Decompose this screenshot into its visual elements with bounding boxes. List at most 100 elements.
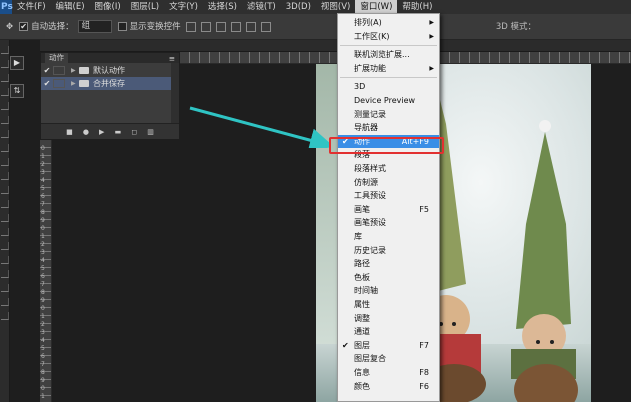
window-menu-item[interactable]: 扩展功能 ▶ — [338, 62, 439, 75]
window-menu-item[interactable]: 历史记录 — [338, 244, 439, 257]
toggle-check-icon[interactable]: ✔ — [41, 66, 53, 75]
menu-filter[interactable]: 滤镜(T) — [242, 0, 281, 14]
annotation-highlight-box — [329, 137, 444, 154]
quick-select-tool-icon[interactable] — [1, 88, 9, 96]
eyedropper-tool-icon[interactable] — [1, 116, 9, 124]
window-menu-item-label: 色板 — [354, 272, 370, 282]
window-menu-item[interactable]: 通道 — [338, 325, 439, 338]
window-menu-item[interactable]: Device Preview — [338, 94, 439, 107]
history-brush-tool-icon[interactable] — [1, 172, 9, 180]
stamp-tool-icon[interactable] — [1, 158, 9, 166]
healing-tool-icon[interactable] — [1, 130, 9, 138]
show-transform-checkbox[interactable]: 显示变换控件 — [117, 20, 181, 34]
path-select-tool-icon[interactable] — [1, 270, 9, 278]
eraser-tool-icon[interactable] — [1, 186, 9, 194]
crop-tool-icon[interactable] — [1, 102, 9, 110]
ruler-number: 1 — [41, 153, 45, 160]
window-menu-item[interactable]: 工具预设 — [338, 189, 439, 202]
panel-menu-icon[interactable]: ≡ — [169, 54, 175, 63]
menu-help[interactable]: 帮助(H) — [397, 0, 437, 14]
play-panel-icon[interactable]: ▶ — [10, 56, 24, 70]
align-left-icon[interactable] — [230, 21, 241, 32]
expand-triangle-icon[interactable]: ▶ — [71, 67, 79, 74]
window-menu-item[interactable]: 颜色 F6 — [338, 380, 439, 393]
new-set-icon[interactable]: ▬ — [115, 128, 122, 136]
menu-3d[interactable]: 3D(D) — [281, 0, 316, 14]
align-bottom-icon[interactable] — [215, 21, 226, 32]
window-menu-item[interactable]: 联机浏览扩展... — [338, 48, 439, 61]
move-tool-icon[interactable]: ✥ — [6, 20, 13, 34]
zoom-tool-icon[interactable] — [1, 312, 9, 320]
menu-separator — [340, 77, 437, 79]
menu-edit[interactable]: 编辑(E) — [51, 0, 90, 14]
window-menu-item[interactable]: 库 — [338, 230, 439, 243]
hand-tool-icon[interactable] — [1, 298, 9, 306]
stop-icon[interactable]: ■ — [66, 128, 73, 136]
type-tool-icon[interactable] — [1, 256, 9, 264]
actions-panel-tab[interactable]: 动作 — [45, 53, 68, 63]
lasso-tool-icon[interactable] — [1, 74, 9, 82]
blur-tool-icon[interactable] — [1, 214, 9, 222]
window-menu-item[interactable]: 属性 — [338, 298, 439, 311]
panel-scrollbar[interactable] — [171, 63, 179, 123]
menu-type[interactable]: 文字(Y) — [164, 0, 203, 14]
window-menu-item[interactable]: 排列(A) ▶ — [338, 16, 439, 29]
window-menu-item[interactable]: 调整 — [338, 312, 439, 325]
ruler-number: 1 — [41, 313, 45, 320]
align-middle-icon[interactable] — [200, 21, 211, 32]
window-menu-item[interactable]: 信息 F8 — [338, 366, 439, 379]
menu-file[interactable]: 文件(F) — [12, 0, 51, 14]
dialog-toggle-icon[interactable] — [53, 79, 65, 88]
window-menu-item[interactable]: 段落样式 — [338, 162, 439, 175]
auto-select-checkbox[interactable]: ✔ 自动选择： — [19, 20, 74, 34]
gradient-tool-icon[interactable] — [1, 200, 9, 208]
new-action-icon[interactable]: ◻ — [131, 128, 137, 136]
submenu-arrow-icon: ▶ — [429, 19, 434, 26]
window-menu-item[interactable]: 导航器 — [338, 121, 439, 134]
menu-view[interactable]: 视图(V) — [316, 0, 355, 14]
brush-tool-icon[interactable] — [1, 144, 9, 152]
auto-select-dropdown[interactable]: 组 — [77, 20, 112, 33]
window-menu-item[interactable]: 画笔预设 — [338, 216, 439, 229]
checkmark-icon: ✔ — [342, 340, 349, 350]
ruler-number: 6 — [41, 353, 45, 360]
window-menu-item[interactable]: ✔ 图层 F7 — [338, 339, 439, 352]
ruler-number: 4 — [41, 177, 45, 184]
menu-window[interactable]: 窗口(W) — [355, 0, 398, 14]
panel-expand-icon[interactable]: ⇅ — [10, 84, 24, 98]
window-menu-item[interactable]: 测量记录 — [338, 108, 439, 121]
shape-tool-icon[interactable] — [1, 284, 9, 292]
folder-icon — [79, 67, 89, 74]
ruler-number: 6 — [41, 193, 45, 200]
expand-triangle-icon[interactable]: ▶ — [71, 80, 79, 87]
window-menu-item[interactable]: 3D — [338, 80, 439, 93]
ruler-number: 0 — [41, 145, 45, 152]
align-center-icon[interactable] — [245, 21, 256, 32]
action-set-row[interactable]: ✔ ▶ 合并保存 — [41, 77, 171, 90]
menu-select[interactable]: 选择(S) — [203, 0, 242, 14]
dodge-tool-icon[interactable] — [1, 228, 9, 236]
record-icon[interactable]: ● — [83, 128, 89, 136]
window-menu-item[interactable]: 图层复合 — [338, 352, 439, 365]
window-menu-item[interactable]: 路径 — [338, 257, 439, 270]
window-menu-item-label: 通道 — [354, 327, 370, 337]
delete-icon[interactable]: ▥ — [147, 128, 154, 136]
window-menu-item[interactable]: 仿制源 — [338, 176, 439, 189]
window-menu-item[interactable]: 工作区(K) ▶ — [338, 30, 439, 43]
action-set-row[interactable]: ✔ ▶ 默认动作 — [41, 64, 171, 77]
menu-layer[interactable]: 图层(L) — [126, 0, 164, 14]
menu-image[interactable]: 图像(I) — [90, 0, 126, 14]
align-right-icon[interactable] — [260, 21, 271, 32]
window-menu-item[interactable]: 色板 — [338, 271, 439, 284]
align-top-icon[interactable] — [185, 21, 196, 32]
ruler-number: 3 — [41, 329, 45, 336]
play-icon[interactable]: ▶ — [99, 128, 104, 136]
window-menu-item[interactable]: 时间轴 — [338, 284, 439, 297]
window-menu-item-label: 段落样式 — [354, 164, 386, 173]
marquee-tool-icon[interactable] — [1, 60, 9, 68]
pen-tool-icon[interactable] — [1, 242, 9, 250]
move-tool-icon[interactable] — [1, 46, 9, 54]
toggle-check-icon[interactable]: ✔ — [41, 79, 53, 88]
dialog-toggle-icon[interactable] — [53, 66, 65, 75]
window-menu-item[interactable]: 画笔 F5 — [338, 203, 439, 216]
